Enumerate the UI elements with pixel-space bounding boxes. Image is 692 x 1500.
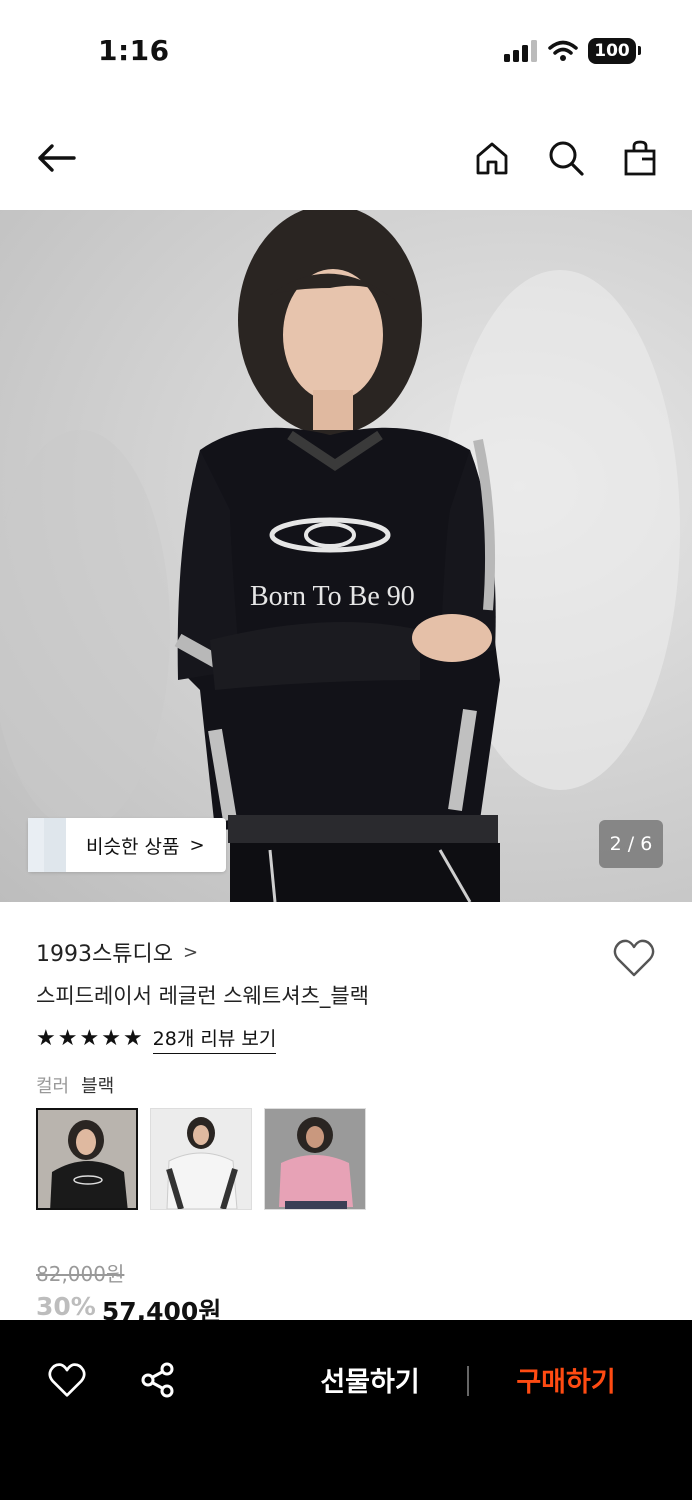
star-icon: ★ [101, 1026, 121, 1051]
similar-products-thumbnail [28, 818, 66, 872]
heart-icon [613, 939, 655, 977]
star-icon: ★ [57, 1026, 78, 1051]
similar-products-label: 비슷한 상품 [86, 835, 180, 858]
svg-text:Born To Be 90: Born To Be 90 [250, 581, 415, 612]
color-swatch-pink[interactable] [264, 1108, 366, 1210]
battery-level: 100 [594, 41, 630, 61]
color-swatches [36, 1108, 656, 1210]
status-icons: 100 [504, 38, 641, 64]
original-price: 82,000원 [36, 1262, 125, 1286]
rating-stars: ★ ★ ★ ★ ★ [36, 1028, 143, 1050]
share-button[interactable] [136, 1358, 180, 1402]
star-icon: ★ [122, 1026, 143, 1051]
product-info: 1993스튜디오 > 스피드레이서 레글런 스웨트셔츠_블랙 ★ ★ ★ ★ ★… [36, 930, 656, 1210]
product-image-gallery[interactable]: Born To Be 90 [0, 210, 692, 902]
arrow-left-icon [38, 144, 76, 172]
action-divider [467, 1366, 469, 1396]
review-link[interactable]: 28개 리뷰 보기 [152, 1024, 277, 1054]
nav-bar [0, 120, 692, 196]
cart-button[interactable] [616, 134, 664, 182]
brand-link[interactable]: 1993스튜디오 > [36, 930, 656, 974]
star-icon: ★ [79, 1026, 100, 1051]
shopping-bag-icon [624, 140, 656, 176]
wishlist-button[interactable] [45, 1358, 89, 1402]
battery-indicator: 100 [588, 38, 641, 64]
color-label: 컬러 [36, 1076, 70, 1097]
status-bar: 1:16 100 [0, 0, 692, 100]
similar-products-button[interactable]: 비슷한 상품 > [28, 818, 226, 872]
gallery-page-counter: 2 / 6 [599, 820, 663, 868]
bottom-action-bar: 선물하기 구매하기 [0, 1320, 692, 1500]
home-button[interactable] [468, 134, 516, 182]
chevron-right-icon: > [182, 941, 199, 963]
search-icon [549, 141, 584, 176]
brand-name: 1993스튜디오 [36, 942, 173, 967]
color-value: 블랙 [81, 1076, 115, 1097]
buy-button[interactable]: 구매하기 [496, 1360, 636, 1404]
color-swatch-black[interactable] [36, 1108, 138, 1210]
color-row: 컬러 블랙 [36, 1072, 656, 1098]
search-button[interactable] [542, 134, 590, 182]
status-time: 1:16 [98, 34, 170, 67]
back-button[interactable] [32, 134, 80, 182]
rating-row: ★ ★ ★ ★ ★ 28개 리뷰 보기 [36, 1024, 656, 1054]
product-photo: Born To Be 90 [0, 210, 680, 902]
signal-icon [504, 40, 537, 62]
share-icon [141, 1362, 174, 1398]
wifi-icon [548, 40, 578, 61]
star-icon: ★ [36, 1026, 56, 1051]
heart-icon [48, 1363, 86, 1397]
gift-button[interactable]: 선물하기 [300, 1360, 440, 1404]
wishlist-heart-button[interactable] [612, 938, 656, 982]
chevron-right-icon: > [189, 834, 205, 856]
home-icon [476, 142, 508, 175]
color-swatch-white[interactable] [150, 1108, 252, 1210]
product-name: 스피드레이서 레글런 스웨트셔츠_블랙 [36, 984, 369, 1008]
